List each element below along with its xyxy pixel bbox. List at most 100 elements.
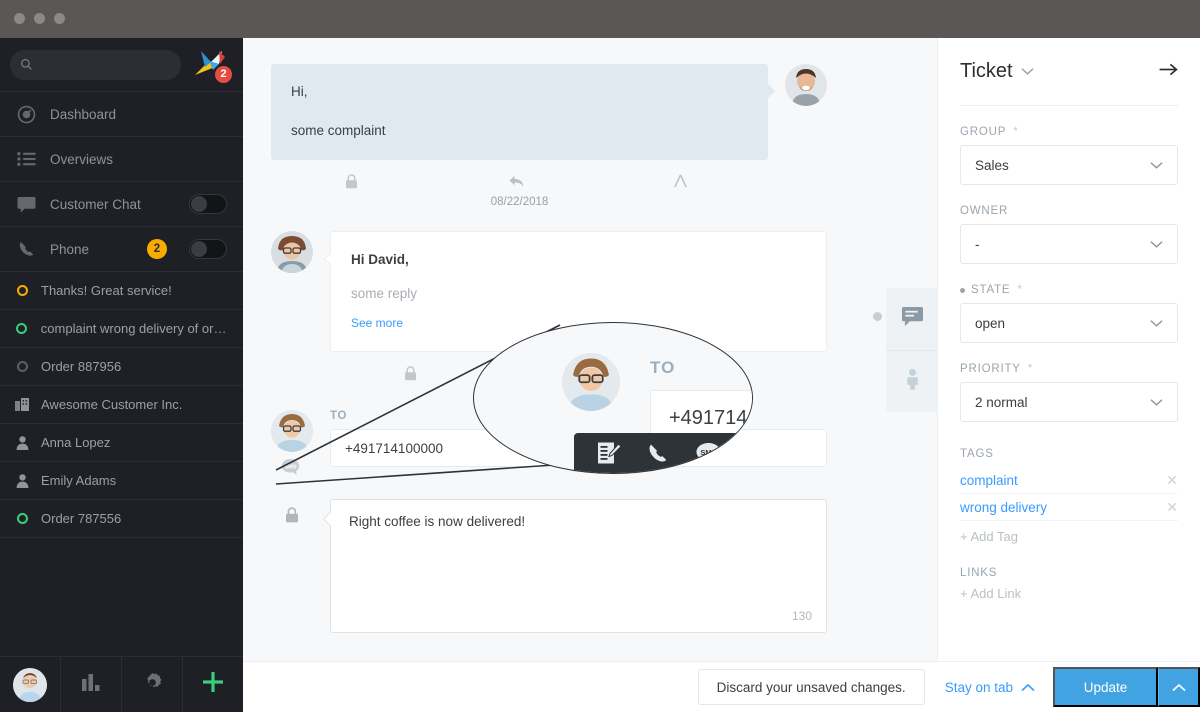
to-label: TO <box>330 410 827 422</box>
composer-lock-column <box>271 499 330 528</box>
lock-icon[interactable] <box>345 174 358 192</box>
update-button[interactable]: Update <box>1053 667 1158 707</box>
arrow-right-icon[interactable] <box>1159 62 1178 82</box>
tab-customer[interactable] <box>886 350 937 412</box>
update-options-button[interactable] <box>1158 667 1200 707</box>
chevron-down-icon[interactable] <box>1021 63 1034 81</box>
customer-avatar[interactable] <box>785 64 827 106</box>
zammad-logo[interactable]: 2 <box>189 45 233 85</box>
ticket-action-bar: Discard your unsaved changes. Stay on ta… <box>243 661 1200 712</box>
tag-item[interactable]: wrong delivery ✕ <box>960 494 1178 521</box>
sidebar-item-phone[interactable]: Phone 2 <box>0 226 243 271</box>
owner-value: - <box>975 237 980 252</box>
task-label: Order 887956 <box>41 359 121 374</box>
chevron-down-icon <box>1150 395 1163 410</box>
tab-articles[interactable] <box>886 288 937 350</box>
lock-icon[interactable] <box>404 366 417 384</box>
articles-list: Hi, some complaint <box>243 38 937 633</box>
tags-label: TAGS <box>960 448 1178 460</box>
sidebar-new-button[interactable] <box>183 657 243 712</box>
bubble-tail <box>324 251 338 265</box>
article-actions <box>330 358 827 392</box>
window-maximize-icon[interactable] <box>54 13 65 24</box>
state-value: open <box>975 316 1005 331</box>
task-label: Anna Lopez <box>41 435 110 450</box>
ticket-sidebar-header: Ticket <box>960 38 1178 106</box>
priority-select[interactable]: 2 normal <box>960 382 1178 422</box>
sidebar-user-avatar[interactable] <box>0 657 61 712</box>
discard-button[interactable]: Discard your unsaved changes. <box>698 669 925 705</box>
tag-label: wrong delivery <box>960 500 1047 515</box>
article-line: Hi David, <box>351 249 806 271</box>
composer-row: Right coffee is now delivered! 130 <box>271 499 909 633</box>
sidebar-item-customer-chat[interactable]: Customer Chat <box>0 181 243 226</box>
phone-toggle[interactable] <box>189 239 227 259</box>
group-select[interactable]: Sales <box>960 145 1178 185</box>
logo-notification-badge[interactable]: 2 <box>214 65 233 84</box>
add-link-button[interactable]: + Add Link <box>960 586 1178 601</box>
composer-textarea[interactable]: Right coffee is now delivered! 130 <box>330 499 827 633</box>
field-label-text: OWNER <box>960 205 1008 217</box>
sidebar-admin-button[interactable] <box>122 657 183 712</box>
avatar <box>13 668 47 702</box>
sidebar-task-order-787556[interactable]: Order 787556 <box>0 499 243 537</box>
side-tabs <box>886 288 937 412</box>
window-minimize-icon[interactable] <box>34 13 45 24</box>
article-body[interactable]: Hi, some complaint <box>271 64 768 160</box>
agent-avatar[interactable] <box>271 231 313 273</box>
list-icon <box>16 151 36 167</box>
task-label: Awesome Customer Inc. <box>41 397 182 412</box>
sidebar-item-label: Phone <box>50 242 133 257</box>
sidebar-item-overviews[interactable]: Overviews <box>0 136 243 181</box>
window-close-icon[interactable] <box>14 13 25 24</box>
article-body[interactable]: Hi David, some reply See more <box>330 231 827 353</box>
side-tab-indicator-dot <box>873 312 882 321</box>
sms-icon[interactable]: SMS <box>281 458 330 481</box>
customer-chat-toggle[interactable] <box>189 194 227 214</box>
sidebar-task-complaint-wrong-delivery[interactable]: complaint wrong delivery of ord... <box>0 309 243 347</box>
search-input[interactable] <box>39 58 171 72</box>
bubble-tail <box>761 84 775 98</box>
stay-on-tab-label: Stay on tab <box>945 680 1013 695</box>
task-label: Order 787556 <box>41 511 121 526</box>
sidebar-task-anna-lopez[interactable]: Anna Lopez <box>0 423 243 461</box>
ticket-state-icon <box>14 513 30 524</box>
recipient-avatar[interactable] <box>271 410 313 452</box>
sidebar-item-dashboard[interactable]: Dashboard <box>0 91 243 136</box>
chat-bubble-icon <box>901 306 924 332</box>
lock-icon[interactable] <box>285 507 299 528</box>
sidebar-reporting-button[interactable] <box>61 657 122 712</box>
reply-icon[interactable] <box>508 174 525 192</box>
phone-icon <box>16 240 36 259</box>
add-tag-button[interactable]: + Add Tag <box>960 529 1178 544</box>
to-input[interactable]: +491714100000 <box>330 429 827 467</box>
stay-on-tab-button[interactable]: Stay on tab <box>945 680 1035 695</box>
field-label-text: GROUP <box>960 126 1006 138</box>
sidebar-search-row: 2 <box>0 38 243 91</box>
remove-tag-icon[interactable]: ✕ <box>1166 499 1178 516</box>
priority-label: PRIORITY * <box>960 363 1178 375</box>
priority-value: 2 normal <box>975 395 1028 410</box>
required-marker: * <box>1009 126 1018 138</box>
search-box[interactable] <box>10 50 181 80</box>
sidebar-task-awesome-customer-inc[interactable]: Awesome Customer Inc. <box>0 385 243 423</box>
remove-tag-icon[interactable]: ✕ <box>1166 472 1178 489</box>
tag-item[interactable]: complaint ✕ <box>960 467 1178 494</box>
user-icon <box>14 436 30 450</box>
app-window: 2 Dashboard Overvie <box>0 0 1200 712</box>
owner-select[interactable]: - <box>960 224 1178 264</box>
sidebar-item-label: Customer Chat <box>50 197 175 212</box>
sidebar-task-order-887956[interactable]: Order 887956 <box>0 347 243 385</box>
chat-icon <box>16 196 36 213</box>
chevron-down-icon <box>1150 316 1163 331</box>
group-value: Sales <box>975 158 1009 173</box>
state-select[interactable]: open <box>960 303 1178 343</box>
ticket-state-icon <box>14 323 30 334</box>
chevron-up-icon <box>1172 680 1186 695</box>
article-agent: Hi David, some reply See more <box>271 231 909 353</box>
field-label-text: STATE <box>971 284 1010 296</box>
sidebar-task-emily-adams[interactable]: Emily Adams <box>0 461 243 499</box>
split-icon[interactable] <box>672 174 689 192</box>
sidebar-task-thanks-great-service[interactable]: Thanks! Great service! <box>0 271 243 309</box>
see-more-link[interactable]: See more <box>351 314 403 334</box>
